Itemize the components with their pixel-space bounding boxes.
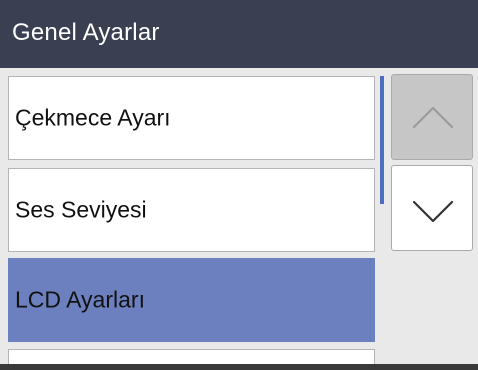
- scroll-up-button[interactable]: [391, 74, 473, 160]
- bottom-edge: [0, 364, 478, 370]
- menu-item-lcd-ayarlari[interactable]: LCD Ayarları: [8, 258, 375, 342]
- menu-item-cekmece-ayari[interactable]: Çekmece Ayarı: [8, 76, 375, 160]
- chevron-up-icon: [412, 106, 454, 129]
- menu-item-ses-seviyesi[interactable]: Ses Seviyesi: [8, 168, 375, 252]
- scroll-down-button[interactable]: [391, 165, 473, 251]
- menu-item-label: LCD Ayarları: [15, 286, 145, 313]
- settings-screen: Genel Ayarlar Çekmece Ayarı Ses Seviyesi…: [0, 0, 478, 370]
- menu-item-label: Çekmece Ayarı: [15, 104, 171, 131]
- menu-item-label: Ses Seviyesi: [15, 196, 147, 223]
- scrollbar-thumb[interactable]: [380, 76, 384, 204]
- chevron-down-icon: [412, 200, 454, 223]
- menu-list: Çekmece Ayarı Ses Seviyesi LCD Ayarları: [0, 68, 386, 370]
- page-title: Genel Ayarlar: [12, 19, 160, 46]
- header-bar: Genel Ayarlar: [0, 0, 478, 68]
